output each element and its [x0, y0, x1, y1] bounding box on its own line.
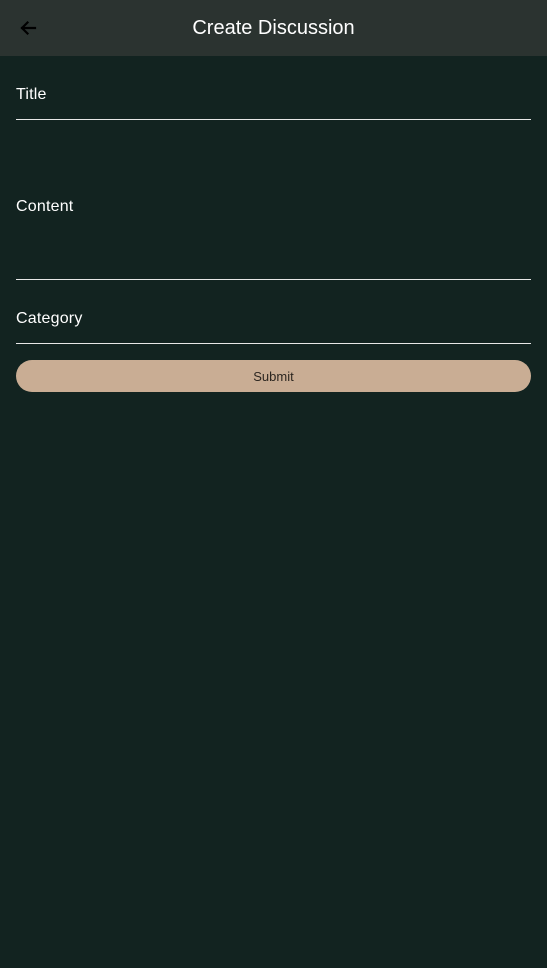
app-bar: Create Discussion — [0, 0, 547, 56]
title-field[interactable]: Title — [16, 56, 531, 120]
category-field-label: Category — [16, 310, 83, 327]
submit-button[interactable]: Submit — [16, 360, 531, 392]
title-field-label: Title — [16, 86, 47, 103]
category-field[interactable]: Category — [16, 280, 531, 344]
content-field[interactable]: Content — [16, 168, 531, 280]
page-title: Create Discussion — [192, 17, 355, 39]
content-field-label: Content — [16, 198, 74, 215]
